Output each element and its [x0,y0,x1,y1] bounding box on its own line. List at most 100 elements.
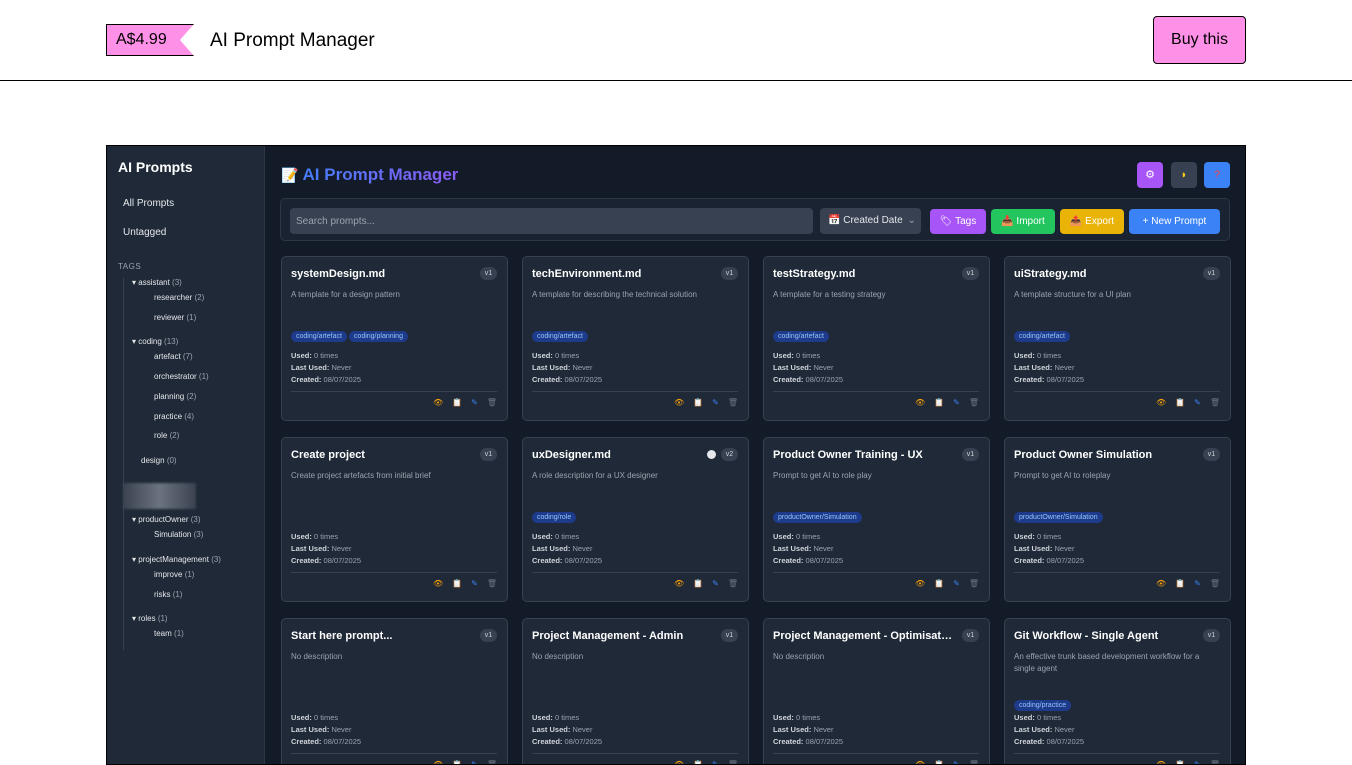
prompt-card[interactable]: uiStrategy.md v1 A template structure for … [1004,256,1231,421]
edit-icon[interactable]: ✎ [1194,398,1201,407]
tag-chip[interactable]: productOwner/Simulation [1014,512,1103,523]
tags-button[interactable]: 🏷 Tags [930,209,986,234]
tag-tree-item[interactable]: ▾ coding (13) [132,337,178,346]
tag-tree-item[interactable]: orchestrator (1) [154,372,209,381]
view-icon[interactable]: 👁 [433,760,443,764]
view-icon[interactable]: 👁 [915,760,925,764]
theme-toggle-icon[interactable]: ◗ [1171,162,1197,188]
view-icon[interactable]: 👁 [674,398,684,407]
view-icon[interactable]: 👁 [915,579,925,588]
tag-chip[interactable]: productOwner/Simulation [773,512,862,523]
tag-tree-item[interactable]: researcher (2) [154,293,204,302]
copy-icon[interactable]: 📋 [1175,760,1185,764]
prompt-card[interactable]: uxDesigner.md v2 A role description for a … [522,437,749,602]
tag-tree-item[interactable]: risks (1) [154,590,182,599]
delete-icon[interactable]: 🗑 [969,760,979,764]
tag-tree-item[interactable]: improve (1) [154,570,194,579]
tag-chip[interactable]: coding/artefact [291,331,347,342]
copy-icon[interactable]: 📋 [934,760,944,764]
tag-tree-item[interactable]: practice (4) [154,412,194,421]
copy-icon[interactable]: 📋 [934,398,944,407]
sort-select[interactable]: 📅 Created Date ⌄ [820,208,921,234]
edit-icon[interactable]: ✎ [1194,579,1201,588]
delete-icon[interactable]: 🗑 [1210,760,1220,764]
delete-icon[interactable]: 🗑 [969,398,979,407]
copy-icon[interactable]: 📋 [452,398,462,407]
view-icon[interactable]: 👁 [674,579,684,588]
nav-all-prompts[interactable]: All Prompts [123,198,174,209]
delete-icon[interactable]: 🗑 [487,760,497,764]
delete-icon[interactable]: 🗑 [728,398,738,407]
nav-untagged[interactable]: Untagged [123,227,166,238]
tag-label: design [141,456,165,465]
settings-icon[interactable]: ⚙ [1137,162,1163,188]
tag-chip[interactable]: coding/artefact [773,331,829,342]
view-icon[interactable]: 👁 [674,760,684,764]
tag-chip[interactable]: coding/artefact [532,331,588,342]
view-icon[interactable]: 👁 [1156,579,1166,588]
edit-icon[interactable]: ✎ [953,760,960,764]
edit-icon[interactable]: ✎ [953,398,960,407]
edit-icon[interactable]: ✎ [1194,760,1201,764]
tag-tree-item[interactable]: design (0) [141,456,177,465]
edit-icon[interactable]: ✎ [471,579,478,588]
view-icon[interactable]: 👁 [1156,398,1166,407]
tag-tree-item[interactable]: artefact (7) [154,352,193,361]
copy-icon[interactable]: 📋 [1175,579,1185,588]
tag-tree-item[interactable]: ▾ projectManagement (3) [132,555,221,564]
copy-icon[interactable]: 📋 [693,579,703,588]
edit-icon[interactable]: ✎ [712,760,719,764]
tag-chip[interactable]: coding/role [532,512,577,523]
help-icon[interactable]: ? [1204,162,1230,188]
copy-icon[interactable]: 📋 [693,398,703,407]
prompt-card[interactable]: Git Workflow - Single Agent v1 An effectiv… [1004,618,1231,764]
prompt-card[interactable]: systemDesign.md v1 A template for a design… [281,256,508,421]
prompt-card[interactable]: Product Owner Training - UX v1 Prompt to g… [763,437,990,602]
search-input[interactable] [290,208,813,234]
copy-icon[interactable]: 📋 [693,760,703,764]
copy-icon[interactable]: 📋 [452,579,462,588]
delete-icon[interactable]: 🗑 [1210,398,1220,407]
delete-icon[interactable]: 🗑 [728,579,738,588]
delete-icon[interactable]: 🗑 [487,579,497,588]
export-button[interactable]: 📤 Export [1060,209,1124,234]
tag-tree-item[interactable]: ▾ roles (1) [132,614,168,623]
tag-tree-item[interactable]: ▾ productOwner (3) [132,515,201,524]
prompt-card[interactable]: Project Management - Optimisati... v1 No d… [763,618,990,764]
tag-list: coding/artefact [532,325,590,343]
copy-icon[interactable]: 📋 [1175,398,1185,407]
delete-icon[interactable]: 🗑 [728,760,738,764]
tag-chip[interactable]: coding/practice [1014,700,1072,711]
import-button[interactable]: 📥 Import [991,209,1055,234]
prompt-card[interactable]: Project Management - Admin v1 No descripti… [522,618,749,764]
tag-tree-item[interactable]: team (1) [154,629,184,638]
tag-chip[interactable]: coding/planning [348,331,408,342]
prompt-card[interactable]: testStrategy.md v1 A template for a testin… [763,256,990,421]
copy-icon[interactable]: 📋 [934,579,944,588]
edit-icon[interactable]: ✎ [712,579,719,588]
view-icon[interactable]: 👁 [433,579,443,588]
edit-icon[interactable]: ✎ [712,398,719,407]
tag-tree-item[interactable]: reviewer (1) [154,313,196,322]
edit-icon[interactable]: ✎ [471,760,478,764]
copy-icon[interactable]: 📋 [452,760,462,764]
prompt-card[interactable]: Start here prompt... v1 No description Used… [281,618,508,764]
delete-icon[interactable]: 🗑 [487,398,497,407]
tag-chip[interactable]: coding/artefact [1014,331,1070,342]
edit-icon[interactable]: ✎ [953,579,960,588]
view-icon[interactable]: 👁 [433,398,443,407]
edit-icon[interactable]: ✎ [471,398,478,407]
view-icon[interactable]: 👁 [1156,760,1166,764]
buy-button[interactable]: Buy this [1153,16,1246,64]
prompt-card[interactable]: Product Owner Simulation v1 Prompt to get … [1004,437,1231,602]
tag-tree-item[interactable]: role (2) [154,431,179,440]
prompt-card[interactable]: techEnvironment.md v1 A template for descr… [522,256,749,421]
delete-icon[interactable]: 🗑 [969,579,979,588]
new-prompt-button[interactable]: + New Prompt [1129,209,1220,234]
delete-icon[interactable]: 🗑 [1210,579,1220,588]
view-icon[interactable]: 👁 [915,398,925,407]
tag-tree-item[interactable]: planning (2) [154,392,196,401]
prompt-card[interactable]: Create project v1 Create project artefacts… [281,437,508,602]
tag-tree-item[interactable]: Simulation (3) [154,530,203,539]
tag-tree-item[interactable]: ▾ assistant (3) [132,278,182,287]
